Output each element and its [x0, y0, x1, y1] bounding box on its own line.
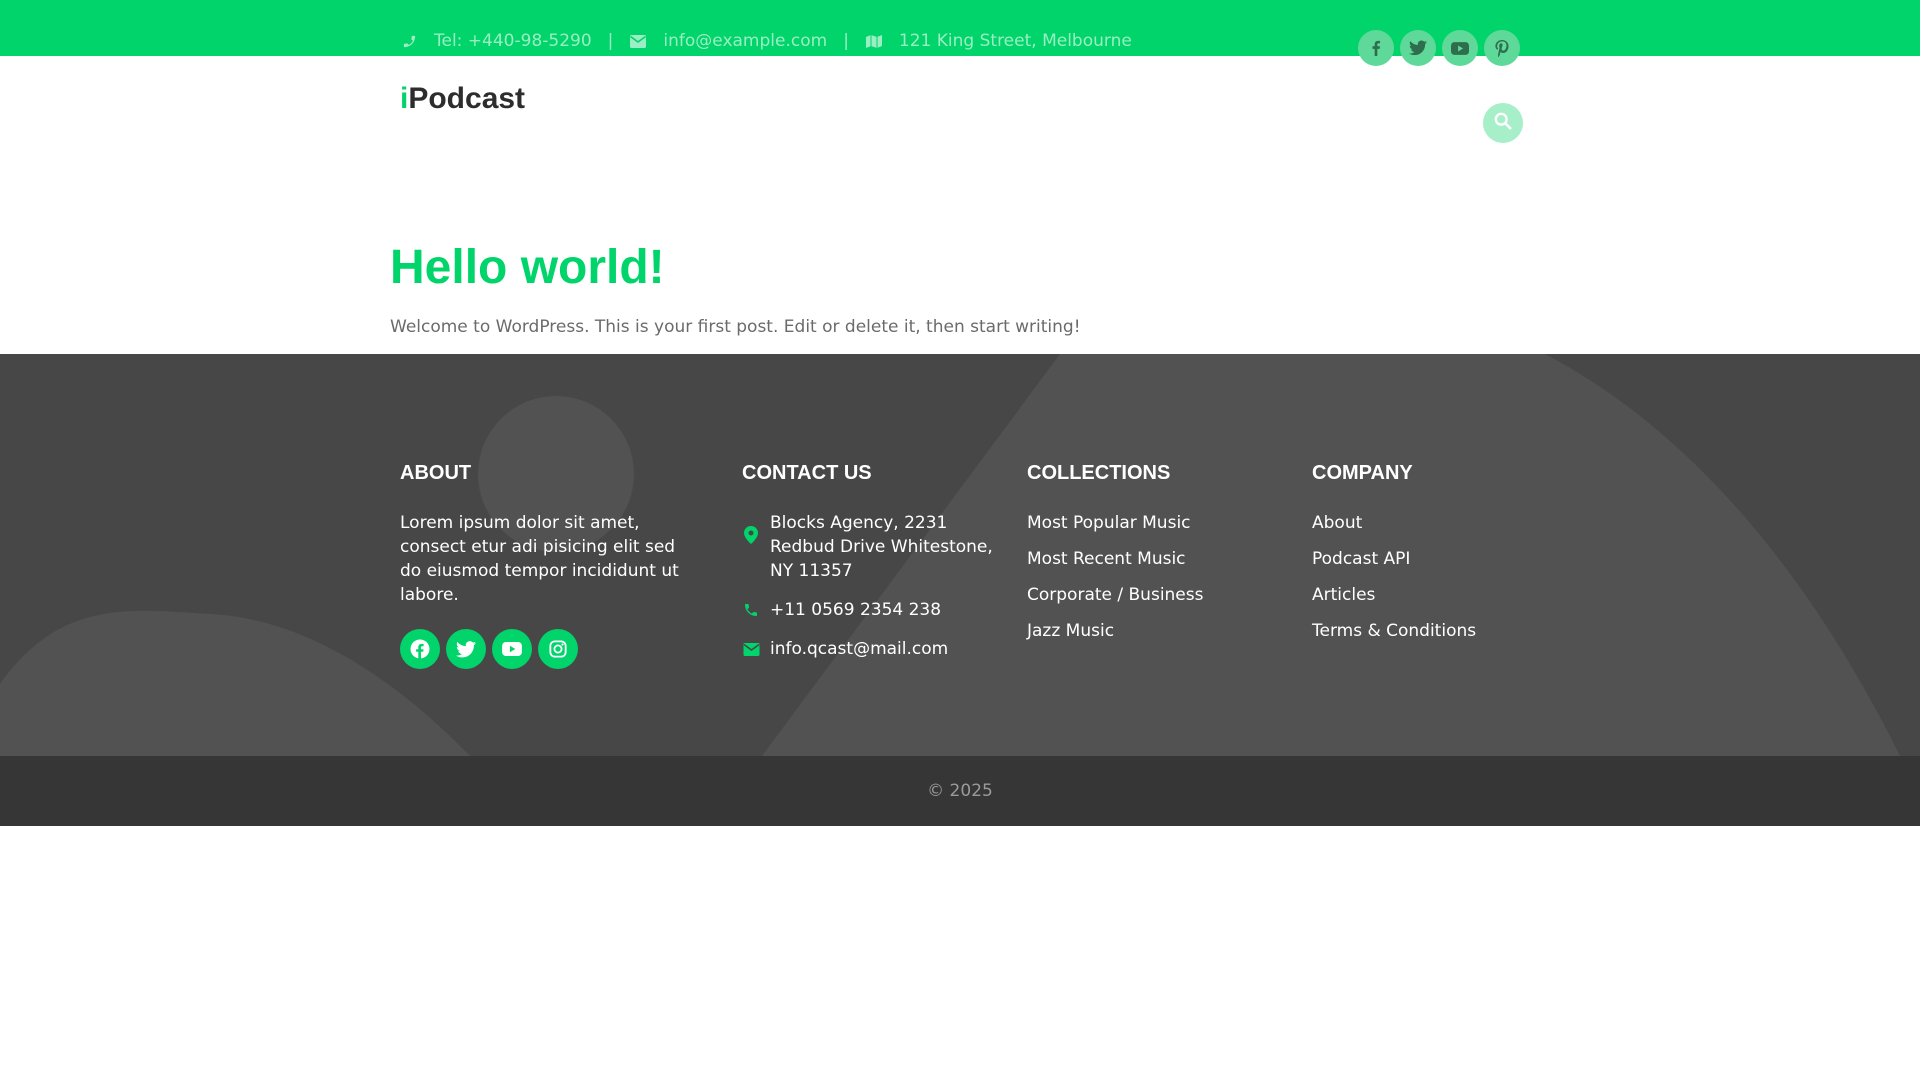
footer-company-heading: COMPANY	[1312, 462, 1413, 484]
copyright-bar: © 2025	[0, 756, 1920, 826]
footer-collections-column: COLLECTIONS Most Popular Music Most Rece…	[1027, 462, 1203, 655]
footer-address-text: Blocks Agency, 2231 Redbud Drive Whitest…	[770, 513, 993, 581]
footer-company-link[interactable]: Terms & Conditions	[1312, 619, 1476, 643]
facebook-icon[interactable]	[400, 629, 440, 669]
post-excerpt: Welcome to WordPress. This is your first…	[390, 317, 1081, 337]
footer-about-text: Lorem ipsum dolor sit amet, consect etur…	[400, 513, 679, 605]
site-logo[interactable]: iPodcast	[400, 82, 525, 116]
footer-phone-text[interactable]: +11 0569 2354 238	[770, 598, 941, 622]
phone-icon	[400, 32, 418, 50]
footer-about-heading: ABOUT	[400, 462, 472, 484]
youtube-icon[interactable]	[1442, 30, 1478, 66]
footer-contact-address: Blocks Agency, 2231 Redbud Drive Whitest…	[742, 511, 1012, 583]
twitter-icon[interactable]	[1400, 30, 1436, 66]
instagram-icon[interactable]	[538, 629, 578, 669]
footer-email-text[interactable]: info.qcast@mail.com	[770, 637, 948, 661]
copyright-text: © 2025	[927, 781, 993, 801]
footer-contact-email: info.qcast@mail.com	[742, 637, 1012, 661]
top-bar-address: 121 King Street, Melbourne	[898, 31, 1132, 51]
separator: |	[843, 31, 849, 51]
site-footer: ABOUT Lorem ipsum dolor sit amet, consec…	[0, 354, 1920, 756]
footer-contact-phone: +11 0569 2354 238	[742, 598, 1012, 622]
facebook-icon[interactable]	[1358, 30, 1394, 66]
footer-social-links	[400, 629, 700, 669]
top-bar: Tel: +440-98-5290 | info@example.com | 1…	[0, 0, 1920, 66]
footer-contact-column: CONTACT US Blocks Agency, 2231 Redbud Dr…	[742, 462, 1012, 676]
footer-contact-heading: CONTACT US	[742, 462, 872, 484]
map-icon	[865, 32, 883, 50]
top-bar-phone[interactable]: Tel: +440-98-5290	[434, 31, 592, 51]
top-bar-contact-info: Tel: +440-98-5290 | info@example.com | 1…	[400, 27, 1132, 55]
twitter-icon[interactable]	[446, 629, 486, 669]
footer-collections-link[interactable]: Most Recent Music	[1027, 547, 1203, 571]
footer-company-link[interactable]: About	[1312, 511, 1476, 535]
separator: |	[607, 31, 614, 51]
top-bar-social-links	[1358, 30, 1520, 66]
map-marker-icon	[742, 511, 760, 559]
logo-name: Podcast	[408, 82, 526, 115]
footer-company-list: About Podcast API Articles Terms & Condi…	[1312, 511, 1476, 643]
footer-collections-link[interactable]: Corporate / Business	[1027, 583, 1203, 607]
envelope-icon	[629, 32, 647, 50]
search-icon	[1494, 112, 1512, 134]
footer-company-link[interactable]: Articles	[1312, 583, 1476, 607]
envelope-icon	[742, 637, 760, 661]
phone-icon	[742, 598, 760, 622]
footer-collections-link[interactable]: Jazz Music	[1027, 619, 1203, 643]
footer-collections-heading: COLLECTIONS	[1027, 462, 1171, 484]
top-bar-email[interactable]: info@example.com	[663, 31, 827, 51]
post-title[interactable]: Hello world!	[390, 240, 665, 295]
footer-collections-list: Most Popular Music Most Recent Music Cor…	[1027, 511, 1203, 643]
search-button[interactable]	[1483, 103, 1523, 143]
youtube-icon[interactable]	[492, 629, 532, 669]
footer-company-column: COMPANY About Podcast API Articles Terms…	[1312, 462, 1476, 655]
footer-collections-link[interactable]: Most Popular Music	[1027, 511, 1203, 535]
pinterest-icon[interactable]	[1484, 30, 1520, 66]
footer-company-link[interactable]: Podcast API	[1312, 547, 1476, 571]
footer-about-column: ABOUT Lorem ipsum dolor sit amet, consec…	[400, 462, 700, 669]
